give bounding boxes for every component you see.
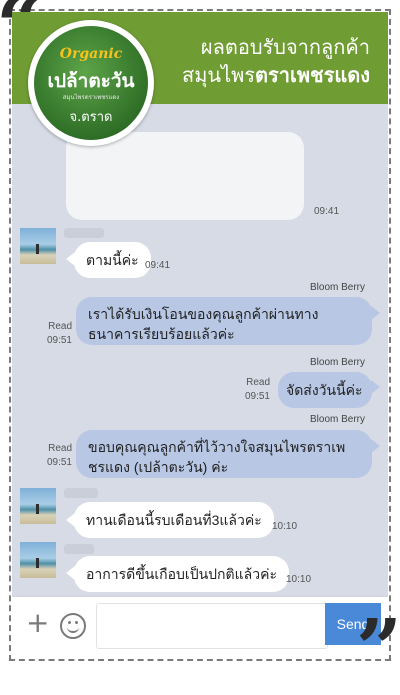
bubble-tail	[371, 439, 380, 453]
banner-title: ผลตอบรับจากลูกค้า สมุนไพรตราเพชรแดง	[182, 34, 370, 90]
banner-line1: ผลตอบรับจากลูกค้า	[200, 37, 370, 59]
incoming-message[interactable]: ตามนี้ค่ะ	[74, 242, 151, 278]
message-line2: ธนาคารเรียบร้อยแล้วค่ะ	[88, 326, 235, 342]
sender-name-blurred	[64, 228, 104, 238]
message-time: 10:10	[272, 521, 298, 532]
banner-line2: สมุนไพรตราเพชรแดง	[182, 62, 370, 90]
incoming-message[interactable]: อาการดีขึ้นเกือบเป็นปกติแล้วค่ะ	[74, 556, 289, 592]
chat-area[interactable]: 09:41 ตามนี้ค่ะ 09:41 Bloom Berry Read 0…	[12, 104, 388, 596]
incoming-message[interactable]: ทานเดือนนี้รบเดือนที่3แล้วค่ะ	[74, 502, 274, 538]
logo-province: จ.ตราด	[69, 110, 113, 125]
message-time: 09:51	[244, 391, 270, 402]
sender-name: Bloom Berry	[310, 357, 366, 368]
sender-name: Bloom Berry	[310, 282, 366, 293]
logo-organic-text: Organic	[59, 46, 123, 62]
sender-name: Bloom Berry	[310, 414, 366, 425]
banner-line2-regular: สมุนไพร	[182, 65, 256, 87]
brand-logo: Organic เปล้าตะวัน สมุนไพรตราเพชรแดง จ.ต…	[28, 20, 154, 146]
outgoing-message[interactable]: เราได้รับเงินโอนของคุณลูกค้าผ่านทาง ธนาค…	[76, 297, 372, 345]
avatar[interactable]	[20, 542, 56, 578]
outgoing-message[interactable]: ขอบคุณคุณลูกค้าที่ไว้วางใจสมุนไพรตราเพ ช…	[76, 430, 372, 478]
message-line1: เราได้รับเงินโอนของคุณลูกค้าผ่านทาง	[88, 306, 319, 322]
emoji-icon[interactable]	[60, 613, 86, 639]
plus-icon[interactable]: +	[26, 609, 49, 637]
message-input-bar: + Send	[12, 596, 388, 655]
message-time: 09:51	[46, 335, 72, 346]
read-status: Read	[48, 443, 72, 454]
bubble-tail	[371, 306, 380, 320]
read-status: Read	[246, 377, 270, 388]
image-message[interactable]	[66, 132, 304, 220]
message-line2: ชรแดง (เปล้าตะวัน) ค่ะ	[88, 459, 229, 475]
message-input[interactable]	[96, 603, 328, 649]
message-time: 09:41	[314, 206, 340, 217]
read-receipt: Read 09:51	[238, 376, 270, 404]
logo-subtitle: สมุนไพรตราเพชรแดง	[62, 94, 120, 101]
banner-line2-bold: ตราเพชรแดง	[255, 65, 370, 87]
close-quote-icon: ”	[356, 601, 400, 695]
message-time: 09:41	[145, 260, 171, 271]
logo-emblem: Organic เปล้าตะวัน สมุนไพรตราเพชรแดง จ.ต…	[34, 26, 148, 140]
message-line1: ขอบคุณคุณลูกค้าที่ไว้วางใจสมุนไพรตราเพ	[88, 439, 346, 455]
read-receipt: Read 09:51	[40, 442, 72, 470]
avatar[interactable]	[20, 488, 56, 524]
bubble-tail	[371, 380, 380, 394]
outgoing-message[interactable]: จัดส่งวันนี้ค่ะ	[278, 372, 372, 408]
sender-name-blurred	[64, 488, 98, 498]
message-time: 10:10	[286, 574, 312, 585]
read-status: Read	[48, 321, 72, 332]
sender-name-blurred	[64, 544, 94, 554]
read-receipt: Read 09:51	[40, 320, 72, 348]
message-time: 09:51	[46, 457, 72, 468]
avatar[interactable]	[20, 228, 56, 264]
